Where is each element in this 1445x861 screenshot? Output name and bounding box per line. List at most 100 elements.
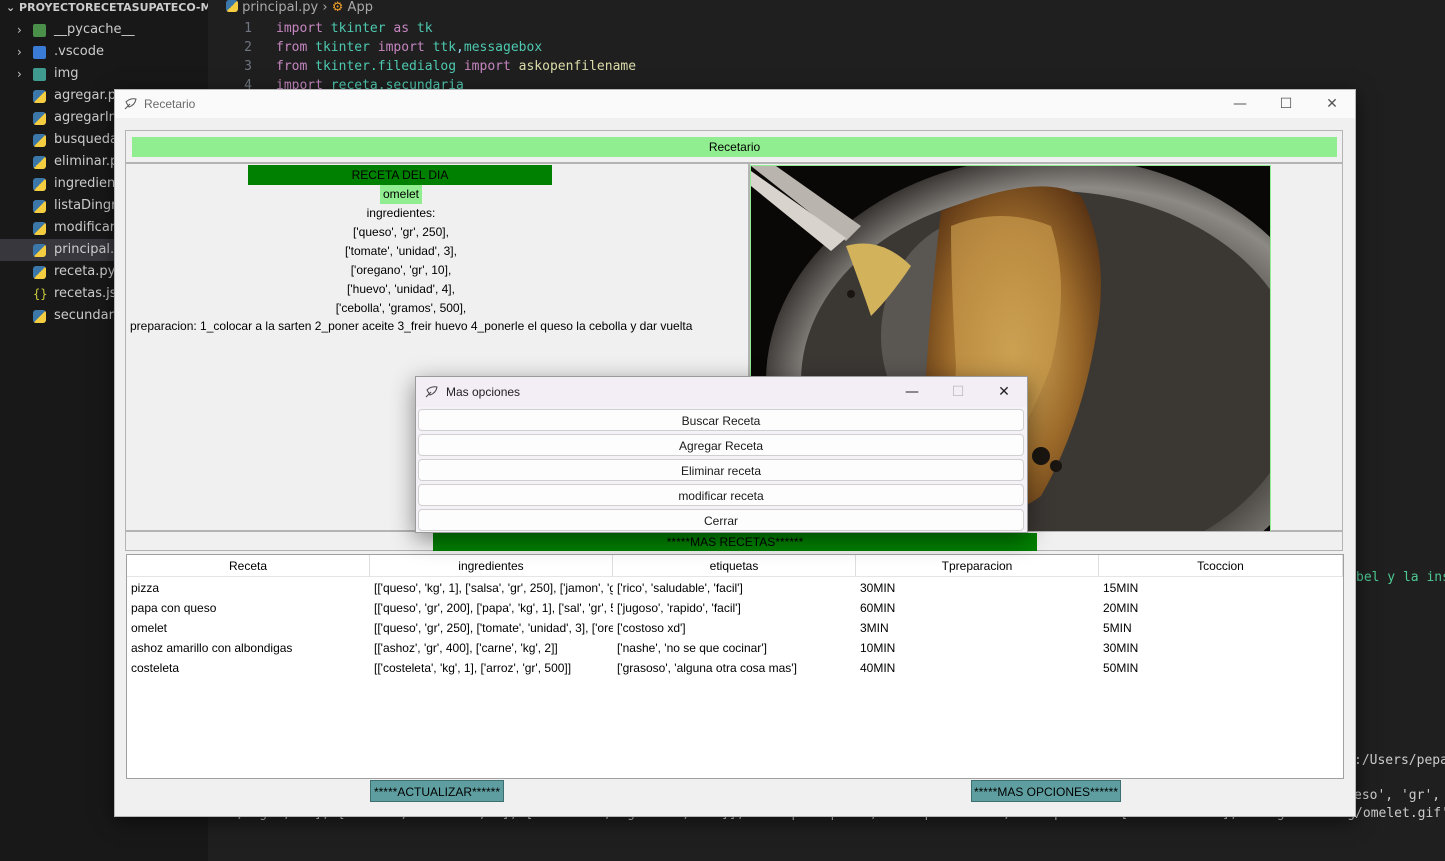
explorer-root-label[interactable]: ⌄ PROYECTORECETASUPATECO-MAS... [0, 0, 208, 18]
chevron-right-icon: › [322, 0, 332, 15]
table-cell: 3MIN [860, 621, 889, 635]
close-button[interactable]: ✕ [981, 377, 1027, 405]
table-cell: 30MIN [860, 581, 896, 595]
table-cell: 50MIN [1103, 661, 1139, 675]
options-window: Mas opciones — ☐ ✕ Buscar Receta Agregar … [415, 376, 1028, 533]
ingredient-line: ['cebolla', 'gramos', 500], [335, 301, 467, 315]
table-row[interactable]: pizza [['queso', 'kg', 1], ['salsa', 'gr'… [127, 578, 1343, 598]
explorer-item[interactable]: › img [0, 63, 208, 85]
feather-icon [425, 386, 438, 398]
code-token: tkinter.filedialog [315, 59, 457, 74]
code-token: messagebox [463, 40, 543, 55]
code-line[interactable]: 1 import tkinter as tk [208, 19, 433, 38]
code-token: import [377, 40, 425, 55]
code-line[interactable]: 3 from tkinter.filedialog import askopenf… [208, 57, 636, 76]
table-cell: 10MIN [860, 641, 896, 655]
column-header[interactable]: Tpreparacion [856, 555, 1099, 577]
add-recipe-button[interactable]: Agregar Receta [418, 434, 1024, 456]
table-row[interactable]: ashoz amarillo con albondigas [['ashoz', … [127, 638, 1343, 658]
code-token: from [276, 59, 308, 74]
maximize-button: ☐ [951, 384, 965, 400]
refresh-button[interactable]: *****ACTUALIZAR****** [370, 780, 504, 802]
table-cell: ['rico', 'saludable', 'facil'] [617, 581, 743, 595]
explorer-item-label: img [54, 66, 79, 81]
table-cell: ashoz amarillo con albondigas [131, 641, 293, 655]
table-cell: ['jugoso', 'rapido', 'facil'] [617, 601, 741, 615]
python-icon [33, 112, 46, 125]
modify-recipe-button[interactable]: modificar receta [418, 484, 1024, 506]
table-cell: [['ashoz', 'gr', 400], ['carne', 'kg', 2… [374, 641, 558, 655]
table-row[interactable]: omelet [['queso', 'gr', 250], ['tomate', … [127, 618, 1343, 638]
explorer-item[interactable]: › .vscode [0, 41, 208, 63]
table-row[interactable]: costeleta [['costeleta', 'kg', 1], ['arro… [127, 658, 1343, 678]
code-token: askopenfilename [518, 59, 637, 74]
code-line[interactable]: 2 from tkinter import ttk,messagebox [208, 38, 542, 57]
explorer-item-label: .vscode [54, 44, 104, 59]
close-options-button[interactable]: Cerrar [418, 509, 1024, 531]
minimize-button[interactable]: — [889, 377, 935, 405]
delete-recipe-button[interactable]: Eliminar receta [418, 459, 1024, 481]
code-token: , [456, 40, 464, 55]
column-header[interactable]: etiquetas [613, 555, 856, 577]
close-button[interactable]: ✕ [1309, 90, 1355, 118]
table-cell: 40MIN [860, 661, 896, 675]
table-cell: 60MIN [860, 601, 896, 615]
minimize-button[interactable]: — [1217, 90, 1263, 118]
breadcrumb-file[interactable]: principal.py [242, 0, 318, 15]
explorer-item-label: receta.py [54, 264, 116, 279]
code-token: ttk [432, 40, 457, 55]
python-icon [33, 178, 46, 191]
folder-icon [33, 68, 46, 81]
more-options-button[interactable]: *****MAS OPCIONES****** [971, 780, 1121, 802]
recipe-of-day-label: RECETA DEL DIA [248, 165, 552, 185]
code-token: import [463, 59, 511, 74]
preparation-text: preparacion: 1_colocar a la sarten 2_pon… [130, 319, 693, 333]
more-recipes-label: *****MAS RECETAS****** [433, 533, 1037, 551]
table-cell: [['queso', 'gr', 200], ['papa', 'kg', 1]… [374, 601, 613, 615]
column-header[interactable]: Receta [127, 555, 370, 577]
table-cell: 30MIN [1103, 641, 1139, 655]
maximize-button[interactable]: ☐ [1263, 90, 1309, 118]
python-icon [33, 310, 46, 323]
ingredient-line: ['huevo', 'unidad', 4], [347, 282, 455, 296]
code-token: as [393, 21, 410, 36]
python-icon [33, 90, 46, 103]
table-cell: omelet [131, 621, 168, 635]
recipes-table[interactable]: Receta ingredientes etiquetas Tpreparacion T… [126, 554, 1344, 779]
app-header-label: Recetario [132, 137, 1337, 157]
code-token: import [276, 21, 323, 36]
explorer-item[interactable]: › __pycache__ [0, 19, 208, 41]
title-bar[interactable]: Recetario — ☐ ✕ [115, 90, 1355, 118]
table-cell: ['costoso xd'] [617, 621, 686, 635]
explorer-item-label: principal.p [54, 242, 123, 257]
chevron-right-icon: › [17, 23, 22, 37]
table-row[interactable]: papa con queso [['queso', 'gr', 200], ['p… [127, 598, 1343, 618]
column-header[interactable]: ingredientes [370, 555, 613, 577]
feather-icon [124, 98, 137, 110]
table-cell: ['nashe', 'no se que cocinar'] [617, 641, 767, 655]
breadcrumb: principal.py › ⚙ App [226, 0, 373, 18]
table-cell: [['queso', 'kg', 1], ['salsa', 'gr', 250… [374, 581, 613, 595]
code-token: tk [416, 21, 433, 36]
terminal-fragment: :/Users/pepa_ [1354, 753, 1445, 768]
column-header[interactable]: Tcoccion [1099, 555, 1343, 577]
search-recipe-button[interactable]: Buscar Receta [418, 409, 1024, 431]
python-icon [33, 156, 46, 169]
line-number: 1 [244, 21, 252, 36]
line-number: 2 [244, 40, 252, 55]
chevron-right-icon: › [17, 67, 22, 81]
table-cell: papa con queso [131, 601, 217, 615]
table-cell: ['grasoso', 'alguna otra cosa mas'] [617, 661, 797, 675]
table-cell: 5MIN [1103, 621, 1132, 635]
options-title-bar[interactable]: Mas opciones — ☐ ✕ [416, 377, 1027, 407]
code-token: from [276, 40, 308, 55]
table-cell: costeleta [131, 661, 180, 675]
table-cell: [['costeleta', 'kg', 1], ['arroz', 'gr',… [374, 661, 572, 675]
table-cell: pizza [131, 581, 160, 595]
breadcrumb-symbol[interactable]: App [348, 0, 373, 15]
folder-icon [33, 24, 46, 37]
